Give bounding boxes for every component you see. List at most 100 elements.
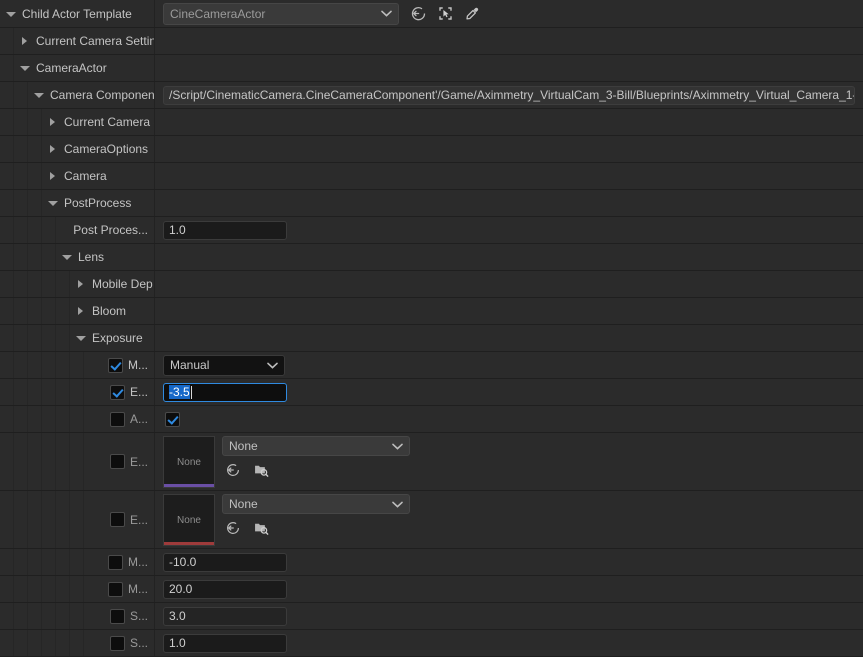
row-current-camera-settings[interactable]: Current Camera Settings: [0, 109, 863, 136]
row-camera[interactable]: Camera: [0, 163, 863, 190]
metering-mode-combo[interactable]: Manual: [163, 354, 285, 376]
name-cell: S...: [84, 630, 155, 656]
row-post-process[interactable]: PostProcess: [0, 190, 863, 217]
apply-physical-camera-override-checkbox[interactable]: [109, 411, 125, 427]
row-current-camera-settings-top[interactable]: Current Camera Settings: [0, 28, 863, 55]
row-min-brightness[interactable]: M... -10.0: [0, 549, 863, 576]
row-label: E...: [129, 454, 148, 469]
exposure-curve-2-asset-combo[interactable]: None: [222, 494, 410, 514]
value-cell: None None: [155, 433, 863, 490]
row-label: Current Camera Settings: [36, 34, 154, 48]
min-brightness-input[interactable]: -10.0: [163, 552, 287, 572]
row-label: Post Proces...: [73, 223, 148, 237]
indent-guides: [0, 352, 84, 378]
value-cell: 1.0: [155, 217, 863, 243]
row-camera-actor[interactable]: CameraActor: [0, 55, 863, 82]
use-selected-asset-icon[interactable]: [224, 461, 242, 479]
row-post-process-blend-weight[interactable]: Post Proces... 1.0: [0, 217, 863, 244]
select-in-viewport-icon[interactable]: [436, 5, 454, 23]
row-label: S...: [129, 609, 148, 623]
expander-triangle-icon[interactable]: [46, 142, 60, 156]
indent-guides: [0, 603, 84, 629]
indent-guides: [0, 576, 84, 602]
indent-guides: [0, 82, 28, 108]
exposure-curve-1-asset-combo[interactable]: None: [222, 436, 410, 456]
exposure-curve-1-controls: None: [222, 436, 410, 479]
max-brightness-input[interactable]: 20.0: [163, 579, 287, 599]
expander-triangle-icon[interactable]: [46, 169, 60, 183]
value-cell: [155, 109, 863, 135]
speed-down-input[interactable]: 1.0: [163, 633, 287, 653]
exposure-curve-1-thumbnail[interactable]: None: [163, 436, 215, 488]
row-camera-component[interactable]: Camera Component /Script/CinematicCamera…: [0, 82, 863, 109]
name-cell: Lens: [56, 244, 155, 270]
expander-triangle-icon[interactable]: [18, 61, 32, 75]
camera-component-path-field[interactable]: /Script/CinematicCamera.CineCameraCompon…: [163, 85, 855, 105]
value-cell: [155, 406, 863, 432]
expander-triangle-icon[interactable]: [74, 304, 88, 318]
name-cell: CameraOptions: [42, 136, 155, 162]
row-speed-down[interactable]: S... 1.0: [0, 630, 863, 657]
speed-up-input[interactable]: 3.0: [163, 606, 287, 626]
row-exposure[interactable]: Exposure: [0, 325, 863, 352]
eyedropper-icon[interactable]: [463, 5, 481, 23]
max-brightness-override-checkbox[interactable]: [108, 581, 123, 597]
name-cell: Exposure: [70, 325, 155, 351]
expander-triangle-icon[interactable]: [74, 331, 88, 345]
name-cell: PostProcess: [42, 190, 155, 216]
row-label: M...: [128, 555, 148, 569]
row-exposure-curve-1[interactable]: E... None None: [0, 433, 863, 491]
expander-triangle-icon[interactable]: [74, 277, 88, 291]
row-label: M...: [128, 358, 148, 372]
use-selected-asset-icon[interactable]: [224, 519, 242, 537]
value-cell: -3.5: [155, 379, 863, 405]
row-label: CameraActor: [36, 61, 107, 75]
expander-triangle-icon[interactable]: [46, 196, 60, 210]
exposure-curve-2-override-checkbox[interactable]: [109, 512, 125, 527]
row-apply-physical-camera[interactable]: A...: [0, 406, 863, 433]
reset-to-default-icon[interactable]: [409, 5, 427, 23]
asset-type-color-bar: [164, 542, 214, 545]
exposure-compensation-override-checkbox[interactable]: [109, 384, 125, 400]
browse-to-asset-icon[interactable]: [252, 519, 270, 537]
row-label: CameraOptions: [64, 142, 149, 156]
post-process-blend-weight-input[interactable]: 1.0: [163, 220, 287, 240]
min-brightness-override-checkbox[interactable]: [108, 554, 123, 570]
row-max-brightness[interactable]: M... 20.0: [0, 576, 863, 603]
indent-guides: [0, 163, 42, 189]
speed-down-override-checkbox[interactable]: [109, 635, 125, 651]
chevron-down-icon: [381, 10, 392, 17]
apply-physical-camera-value-checkbox[interactable]: [165, 411, 180, 427]
expander-triangle-icon[interactable]: [18, 34, 32, 48]
exposure-curve-2-thumbnail[interactable]: None: [163, 494, 215, 546]
row-exposure-compensation[interactable]: E... -3.5: [0, 379, 863, 406]
row-exposure-curve-2[interactable]: E... None None: [0, 491, 863, 549]
expander-triangle-icon[interactable]: [60, 250, 74, 264]
indent-guides: [0, 217, 56, 243]
value-cell: [155, 298, 863, 324]
value-cell: Manual: [155, 352, 863, 378]
row-speed-up[interactable]: S... 3.0: [0, 603, 863, 630]
row-mobile-depth-of-field[interactable]: Mobile Dep: [0, 271, 863, 298]
row-bloom[interactable]: Bloom: [0, 298, 863, 325]
expander-triangle-icon[interactable]: [4, 7, 18, 21]
indent-guides: [0, 190, 42, 216]
expander-triangle-icon[interactable]: [32, 88, 46, 102]
value-cell: -10.0: [155, 549, 863, 575]
indent-guides: [0, 433, 84, 490]
name-cell: Post Proces...: [56, 217, 155, 243]
metering-mode-override-checkbox[interactable]: [108, 357, 123, 373]
browse-to-asset-icon[interactable]: [252, 461, 270, 479]
exposure-curve-1-override-checkbox[interactable]: [109, 454, 125, 469]
value-cell: [155, 190, 863, 216]
row-lens[interactable]: Lens: [0, 244, 863, 271]
speed-up-override-checkbox[interactable]: [109, 608, 125, 624]
row-label: Lens: [78, 250, 105, 264]
expander-triangle-icon[interactable]: [46, 115, 60, 129]
value-cell: 3.0: [155, 603, 863, 629]
row-metering-mode[interactable]: M... Manual: [0, 352, 863, 379]
row-camera-options[interactable]: CameraOptions: [0, 136, 863, 163]
exposure-curve-2-thumbnail-label: None: [177, 514, 201, 526]
exposure-compensation-input[interactable]: -3.5: [163, 382, 287, 402]
child-actor-class-combo[interactable]: CineCameraActor: [163, 2, 399, 25]
